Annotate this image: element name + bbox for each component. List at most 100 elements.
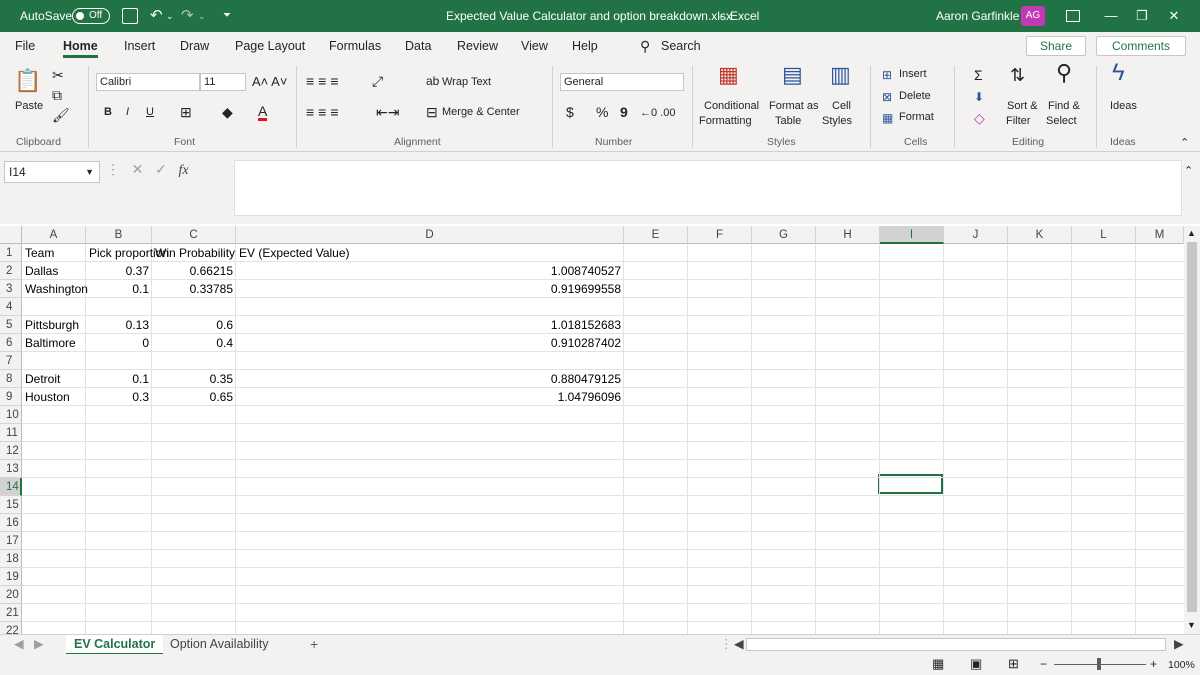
cell-c6[interactable]: 0.4 bbox=[155, 334, 233, 352]
normal-view-icon[interactable]: ▦ bbox=[932, 657, 944, 671]
cell-a2[interactable]: Dallas bbox=[25, 262, 58, 280]
format-as-table-line1[interactable]: Format as bbox=[769, 100, 819, 112]
cancel-icon[interactable]: ✕ bbox=[132, 161, 144, 177]
wrap-text-button[interactable]: Wrap Text bbox=[442, 76, 491, 88]
row-header-1[interactable]: 1 bbox=[0, 244, 22, 262]
ideas-icon[interactable]: ϟ bbox=[1112, 61, 1125, 85]
column-header-k[interactable]: K bbox=[1008, 226, 1072, 244]
page-break-view-icon[interactable]: ⊞ bbox=[1008, 657, 1019, 671]
delete-cells-icon[interactable]: ⊠ bbox=[882, 90, 892, 104]
column-header-i[interactable]: I bbox=[880, 226, 944, 244]
tab-review[interactable]: Review bbox=[457, 32, 498, 60]
paste-button[interactable]: Paste bbox=[15, 100, 43, 112]
align-vertical-icon[interactable]: ≡≡≡ bbox=[306, 74, 343, 88]
column-header-f[interactable]: F bbox=[688, 226, 752, 244]
merge-center-icon[interactable]: ⊟ bbox=[426, 105, 438, 119]
row-header-16[interactable]: 16 bbox=[0, 514, 22, 532]
row-header-5[interactable]: 5 bbox=[0, 316, 22, 334]
name-box[interactable]: I14 ▼ bbox=[4, 161, 100, 183]
collapse-ribbon-icon[interactable]: ⌃ bbox=[1180, 136, 1189, 150]
cell-a5[interactable]: Pittsburgh bbox=[25, 316, 79, 334]
column-header-m[interactable]: M bbox=[1136, 226, 1184, 244]
row-header-10[interactable]: 10 bbox=[0, 406, 22, 424]
conditional-formatting-icon[interactable]: ▦ bbox=[718, 64, 739, 86]
cell-styles-icon[interactable]: ▥ bbox=[830, 64, 851, 86]
autosave-toggle[interactable]: Off bbox=[72, 8, 110, 24]
row-header-22[interactable]: 22 bbox=[0, 622, 22, 634]
tab-formulas[interactable]: Formulas bbox=[329, 32, 381, 60]
row-header-19[interactable]: 19 bbox=[0, 568, 22, 586]
sheet-scroll-right-icon[interactable]: ▶ bbox=[26, 635, 52, 655]
conditional-formatting-line1[interactable]: Conditional bbox=[704, 100, 759, 112]
cell-a6[interactable]: Baltimore bbox=[25, 334, 76, 352]
close-icon[interactable]: ✕ bbox=[1159, 0, 1189, 32]
select-all-corner[interactable] bbox=[0, 226, 22, 244]
cell-d1[interactable]: EV (Expected Value) bbox=[239, 244, 350, 262]
vertical-scrollbar[interactable]: ▲ ▼ bbox=[1184, 226, 1200, 634]
column-header-g[interactable]: G bbox=[752, 226, 816, 244]
name-box-dropdown-icon[interactable]: ▼ bbox=[85, 162, 94, 182]
undo-icon[interactable]: ↶ bbox=[150, 0, 163, 32]
column-header-j[interactable]: J bbox=[944, 226, 1008, 244]
fill-color-icon[interactable]: ◆ bbox=[222, 105, 233, 119]
tab-home[interactable]: Home bbox=[63, 32, 98, 60]
cut-icon[interactable]: ✂ bbox=[52, 68, 64, 82]
row-header-6[interactable]: 6 bbox=[0, 334, 22, 352]
horizontal-scrollbar[interactable] bbox=[746, 638, 1166, 651]
sort-filter-icon[interactable]: ⇅ bbox=[1010, 66, 1025, 84]
cell-c9[interactable]: 0.65 bbox=[155, 388, 233, 406]
align-horizontal-icon[interactable]: ≡≡≡ bbox=[306, 105, 343, 119]
cell-c1[interactable]: Win Probability bbox=[155, 244, 235, 262]
paste-icon[interactable]: 📋 bbox=[14, 70, 41, 92]
fill-icon[interactable]: ⬇ bbox=[974, 90, 984, 104]
share-button[interactable]: Share bbox=[1026, 36, 1086, 56]
enter-icon[interactable]: ✓ bbox=[155, 161, 167, 177]
format-cells-button[interactable]: Format bbox=[899, 111, 934, 123]
cell-d6[interactable]: 0.910287402 bbox=[239, 334, 621, 352]
scroll-thumb[interactable] bbox=[1187, 242, 1197, 612]
column-header-h[interactable]: H bbox=[816, 226, 880, 244]
formula-input[interactable] bbox=[234, 160, 1182, 216]
undo-dropdown-icon[interactable]: ⌄ bbox=[166, 0, 174, 32]
cell-c5[interactable]: 0.6 bbox=[155, 316, 233, 334]
format-cells-icon[interactable]: ▦ bbox=[882, 111, 893, 125]
tab-insert[interactable]: Insert bbox=[124, 32, 155, 60]
underline-button[interactable]: U bbox=[146, 106, 154, 118]
sort-filter-line1[interactable]: Sort & bbox=[1007, 100, 1038, 112]
autosum-icon[interactable]: Σ bbox=[974, 68, 983, 82]
row-header-20[interactable]: 20 bbox=[0, 586, 22, 604]
cell-c2[interactable]: 0.66215 bbox=[155, 262, 233, 280]
ribbon-display-icon[interactable] bbox=[1066, 10, 1080, 22]
tab-data[interactable]: Data bbox=[405, 32, 431, 60]
number-format-select[interactable]: General bbox=[560, 73, 684, 91]
row-header-21[interactable]: 21 bbox=[0, 604, 22, 622]
hscroll-right-icon[interactable]: ▶ bbox=[1166, 635, 1192, 655]
row-header-13[interactable]: 13 bbox=[0, 460, 22, 478]
row-header-14[interactable]: 14 bbox=[0, 478, 22, 496]
ideas-button[interactable]: Ideas bbox=[1110, 100, 1137, 112]
redo-icon[interactable]: ↷ bbox=[181, 0, 194, 32]
insert-cells-icon[interactable]: ⊞ bbox=[882, 68, 892, 82]
find-select-line1[interactable]: Find & bbox=[1048, 100, 1080, 112]
bold-button[interactable]: B bbox=[104, 106, 112, 118]
font-grow-icon[interactable]: A˄ A˅ bbox=[252, 75, 287, 89]
add-sheet-button[interactable]: + bbox=[302, 635, 326, 655]
cell-b2[interactable]: 0.37 bbox=[89, 262, 149, 280]
cell-a1[interactable]: Team bbox=[25, 244, 54, 262]
minimize-icon[interactable]: — bbox=[1096, 0, 1126, 32]
italic-button[interactable]: I bbox=[126, 106, 129, 118]
tab-page-layout[interactable]: Page Layout bbox=[235, 32, 305, 60]
insert-function-icon[interactable]: fx bbox=[178, 163, 188, 178]
copy-icon[interactable]: ⧉ bbox=[52, 88, 62, 102]
search-icon[interactable]: ⚲ bbox=[640, 32, 650, 60]
cell-c8[interactable]: 0.35 bbox=[155, 370, 233, 388]
column-header-c[interactable]: C bbox=[152, 226, 236, 244]
wrap-text-icon[interactable]: ab bbox=[426, 74, 439, 88]
font-name-select[interactable]: Calibri bbox=[96, 73, 200, 91]
column-header-l[interactable]: L bbox=[1072, 226, 1136, 244]
column-header-e[interactable]: E bbox=[624, 226, 688, 244]
delete-cells-button[interactable]: Delete bbox=[899, 90, 931, 102]
column-header-a[interactable]: A bbox=[22, 226, 86, 244]
format-as-table-icon[interactable]: ▤ bbox=[782, 64, 803, 86]
column-header-b[interactable]: B bbox=[86, 226, 152, 244]
